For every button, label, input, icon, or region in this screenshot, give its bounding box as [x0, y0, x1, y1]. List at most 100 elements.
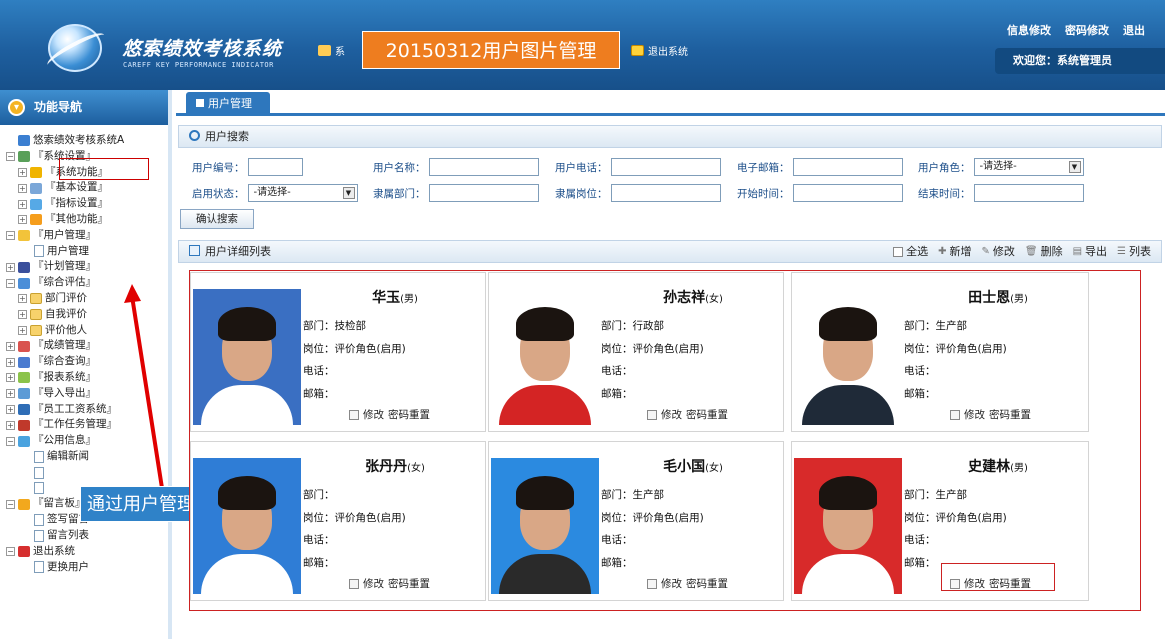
- user-phone-input[interactable]: [610, 158, 721, 176]
- sidebar-item[interactable]: 悠索绩效考核系统A: [4, 133, 168, 149]
- collapse-icon[interactable]: −: [6, 278, 15, 288]
- user-card[interactable]: 田士恩(男) 部门：生产部 岗位：评价角色(启用) 电话： 邮箱： 修改 密码重…: [791, 272, 1089, 432]
- user-photo[interactable]: [794, 289, 902, 425]
- collapse-icon[interactable]: −: [6, 152, 15, 162]
- sidebar-item[interactable]: + 评价他人: [4, 323, 168, 339]
- user-card[interactable]: 毛小国(女) 部门：生产部 岗位：评价角色(启用) 电话： 邮箱： 修改 密码重…: [488, 441, 784, 601]
- sidebar-item[interactable]: [4, 465, 168, 481]
- collapse-icon[interactable]: −: [6, 499, 15, 509]
- sidebar-item[interactable]: 用户管理: [4, 244, 168, 260]
- select-checkbox[interactable]: [950, 409, 960, 420]
- sidebar-item[interactable]: + 『综合查询』: [4, 354, 168, 370]
- sidebar-item-label: 『成绩管理』: [33, 339, 96, 352]
- list-view-icon: ☰: [1117, 246, 1126, 257]
- sidebar-item[interactable]: + 『报表系统』: [4, 370, 168, 386]
- edit-link[interactable]: 修改: [661, 407, 682, 422]
- chevron-down-icon[interactable]: ▾: [8, 99, 25, 116]
- reset-password-link[interactable]: 密码重置: [989, 407, 1031, 422]
- sidebar-item[interactable]: + 『基本设置』: [4, 180, 168, 196]
- nav-logout-link[interactable]: 退出系统: [648, 43, 688, 58]
- reset-password-link[interactable]: 密码重置: [686, 407, 728, 422]
- reset-password-link[interactable]: 密码重置: [388, 407, 430, 422]
- user-name-input[interactable]: [428, 158, 539, 176]
- search-button[interactable]: 确认搜索: [180, 209, 254, 229]
- expand-icon[interactable]: +: [18, 199, 27, 209]
- edit-button[interactable]: ✎ 修改: [981, 241, 1014, 262]
- export-button[interactable]: ▤ 导出: [1073, 241, 1107, 262]
- user-card[interactable]: 张丹丹(女) 部门： 岗位：评价角色(启用) 电话： 邮箱： 修改 密码重置: [190, 441, 486, 601]
- dropdown-arrow-icon[interactable]: ▼: [1068, 161, 1081, 173]
- collapse-icon[interactable]: −: [6, 231, 15, 241]
- sidebar-item[interactable]: − 『综合评估』: [4, 275, 168, 291]
- expand-icon[interactable]: +: [6, 357, 15, 367]
- collapse-icon[interactable]: −: [6, 436, 15, 446]
- user-photo[interactable]: [491, 458, 599, 594]
- add-button[interactable]: ✚ 新增: [938, 241, 971, 262]
- expand-icon[interactable]: +: [18, 310, 27, 320]
- select-checkbox[interactable]: [647, 409, 657, 420]
- expand-icon[interactable]: +: [6, 262, 15, 272]
- sidebar-item[interactable]: + 『导入导出』: [4, 386, 168, 402]
- end-time-input[interactable]: [973, 184, 1084, 202]
- dept-input[interactable]: [428, 184, 539, 202]
- post-input[interactable]: [610, 184, 721, 202]
- sidebar-item[interactable]: + 『计划管理』: [4, 259, 168, 275]
- edit-info-link[interactable]: 信息修改: [1007, 22, 1051, 38]
- user-photo[interactable]: [491, 289, 599, 425]
- sidebar-item[interactable]: + 『工作任务管理』: [4, 417, 168, 433]
- user-photo[interactable]: [193, 458, 301, 594]
- select-checkbox[interactable]: [647, 578, 657, 589]
- select-checkbox[interactable]: [349, 409, 359, 420]
- expand-icon[interactable]: +: [6, 420, 15, 430]
- sidebar-item[interactable]: 编辑新闻: [4, 449, 168, 465]
- change-password-link[interactable]: 密码修改: [1065, 22, 1109, 38]
- edit-link[interactable]: 修改: [363, 576, 384, 591]
- start-time-input[interactable]: [792, 184, 903, 202]
- logout-link[interactable]: 退出: [1123, 22, 1145, 38]
- reset-password-link[interactable]: 密码重置: [686, 576, 728, 591]
- role-select[interactable]: -请选择- ▼: [973, 158, 1084, 176]
- edit-link[interactable]: 修改: [661, 576, 682, 591]
- sidebar-item[interactable]: + 『成绩管理』: [4, 338, 168, 354]
- user-no-input[interactable]: [247, 158, 303, 176]
- sidebar-item[interactable]: − 『用户管理』: [4, 228, 168, 244]
- collapse-icon[interactable]: −: [6, 547, 15, 557]
- expand-icon[interactable]: +: [18, 294, 27, 304]
- system-icon[interactable]: [318, 45, 331, 56]
- tab-user-management[interactable]: 用户管理: [186, 92, 270, 116]
- select-checkbox[interactable]: [349, 578, 359, 589]
- edit-link[interactable]: 修改: [363, 407, 384, 422]
- edit-link[interactable]: 修改: [964, 407, 985, 422]
- select-all-button[interactable]: 全选: [893, 241, 928, 262]
- user-card[interactable]: 华玉(男) 部门：技检部 岗位：评价角色(启用) 电话： 邮箱： 修改 密码重置: [190, 272, 486, 432]
- expand-icon[interactable]: +: [6, 373, 15, 383]
- sidebar-item[interactable]: 留言列表: [4, 528, 168, 544]
- dropdown-arrow-icon[interactable]: ▼: [342, 187, 355, 199]
- sidebar-item[interactable]: − 『公用信息』: [4, 433, 168, 449]
- expand-icon[interactable]: +: [6, 389, 15, 399]
- sidebar-header[interactable]: ▾ 功能导航: [0, 90, 168, 125]
- expand-icon[interactable]: +: [18, 215, 27, 225]
- expand-icon[interactable]: +: [6, 404, 15, 414]
- user-card[interactable]: 孙志祥(女) 部门：行政部 岗位：评价角色(启用) 电话： 邮箱： 修改 密码重…: [488, 272, 784, 432]
- expand-icon[interactable]: +: [18, 167, 27, 177]
- sidebar-item[interactable]: + 部门评价: [4, 291, 168, 307]
- email-input[interactable]: [792, 158, 903, 176]
- expand-icon[interactable]: +: [18, 325, 27, 335]
- sidebar-item[interactable]: − 退出系统: [4, 544, 168, 560]
- expand-icon[interactable]: +: [6, 341, 15, 351]
- sidebar-item[interactable]: + 『员工工资系统』: [4, 402, 168, 418]
- reset-password-link[interactable]: 密码重置: [388, 576, 430, 591]
- delete-button[interactable]: 🗑 删除: [1025, 241, 1063, 262]
- user-photo[interactable]: [794, 458, 902, 594]
- logout-icon[interactable]: [631, 45, 644, 56]
- sidebar-item[interactable]: + 『指标设置』: [4, 196, 168, 212]
- sidebar-item[interactable]: + 『其他功能』: [4, 212, 168, 228]
- status-select[interactable]: -请选择- ▼: [247, 184, 358, 202]
- expand-icon[interactable]: +: [18, 183, 27, 193]
- list-view-button[interactable]: ☰ 列表: [1117, 241, 1151, 262]
- sidebar-item[interactable]: 更换用户: [4, 560, 168, 576]
- user-photo[interactable]: [193, 289, 301, 425]
- sidebar-item[interactable]: + 自我评价: [4, 307, 168, 323]
- nav-system-link[interactable]: 系: [335, 43, 345, 58]
